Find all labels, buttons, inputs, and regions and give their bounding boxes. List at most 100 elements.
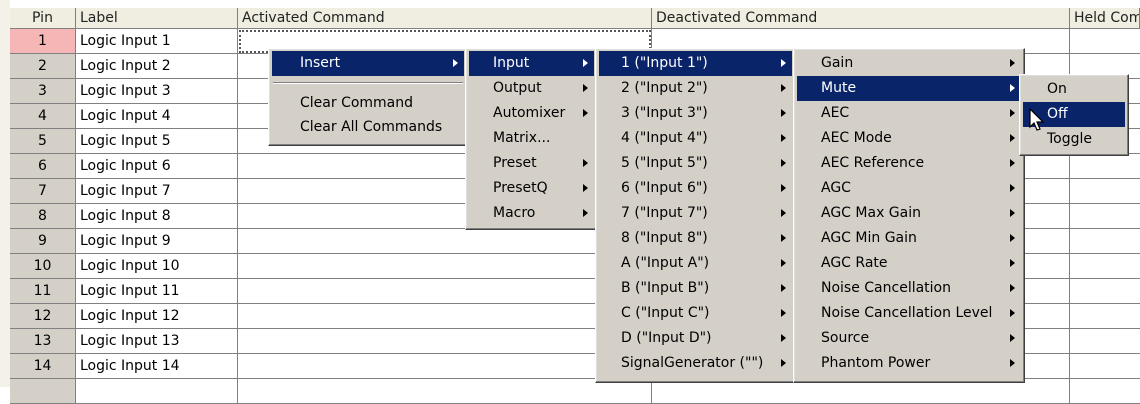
menu-item-input-2[interactable]: 2 ("Input 2") — [599, 76, 792, 101]
menu-item-input-8[interactable]: 8 ("Input 8") — [599, 226, 792, 251]
label-cell[interactable]: Logic Input 13 — [76, 329, 238, 354]
header-held-command[interactable]: Held Comm — [1070, 8, 1140, 29]
menu-item-clear-command[interactable]: Clear Command — [272, 91, 464, 116]
label-cell[interactable]: Logic Input 1 — [76, 29, 238, 54]
submenu-arrow-icon — [781, 334, 786, 342]
submenu-arrow-icon — [781, 59, 786, 67]
submenu-arrow-icon — [1010, 259, 1015, 267]
pin-cell[interactable]: 5 — [10, 129, 76, 154]
held-command-cell[interactable] — [1070, 204, 1140, 229]
menu-item-signal-generator[interactable]: SignalGenerator ("") — [599, 351, 792, 376]
pin-cell[interactable]: 8 — [10, 204, 76, 229]
header-deactivated-command[interactable]: Deactivated Command — [652, 8, 1070, 29]
menu-item-input-d[interactable]: D ("Input D") — [599, 326, 792, 351]
pin-cell[interactable]: 6 — [10, 154, 76, 179]
label-cell[interactable]: Logic Input 11 — [76, 279, 238, 304]
menu-item-agc-rate[interactable]: AGC Rate — [797, 251, 1021, 276]
menu-item-input-a[interactable]: A ("Input A") — [599, 251, 792, 276]
held-command-cell[interactable] — [1070, 279, 1140, 304]
pin-cell[interactable] — [10, 379, 76, 404]
menu-item-input-5[interactable]: 5 ("Input 5") — [599, 151, 792, 176]
menu-item-presetq[interactable]: PresetQ — [469, 176, 594, 201]
menu-item-source[interactable]: Source — [797, 326, 1021, 351]
menu-item-agc[interactable]: AGC — [797, 176, 1021, 201]
held-command-cell[interactable] — [1070, 354, 1140, 379]
label-cell[interactable]: Logic Input 12 — [76, 304, 238, 329]
menu-item-aec[interactable]: AEC — [797, 101, 1021, 126]
pin-cell[interactable]: 2 — [10, 54, 76, 79]
menu-item-input-7[interactable]: 7 ("Input 7") — [599, 201, 792, 226]
pin-cell[interactable]: 13 — [10, 329, 76, 354]
pin-cell[interactable]: 12 — [10, 304, 76, 329]
menu-item-automixer[interactable]: Automixer — [469, 101, 594, 126]
header-label[interactable]: Label — [76, 8, 238, 29]
pin-cell[interactable]: 9 — [10, 229, 76, 254]
menu-item-mute[interactable]: Mute — [797, 76, 1021, 101]
pin-cell[interactable]: 10 — [10, 254, 76, 279]
label-cell[interactable]: Logic Input 4 — [76, 104, 238, 129]
menu-item-input-b[interactable]: B ("Input B") — [599, 276, 792, 301]
label-cell[interactable]: Logic Input 2 — [76, 54, 238, 79]
menu-item-preset[interactable]: Preset — [469, 151, 594, 176]
header-pin[interactable]: Pin — [10, 8, 76, 29]
menu-item-input-6[interactable]: 6 ("Input 6") — [599, 176, 792, 201]
menu-item-input[interactable]: Input — [469, 51, 594, 76]
held-command-cell[interactable] — [1070, 179, 1140, 204]
held-command-cell[interactable] — [1070, 154, 1140, 179]
held-command-cell[interactable] — [1070, 254, 1140, 279]
activated-command-cell[interactable] — [238, 354, 652, 379]
activated-command-cell[interactable] — [238, 254, 652, 279]
menu-item-agc-max-gain[interactable]: AGC Max Gain — [797, 201, 1021, 226]
menu-item-clear-all-commands[interactable]: Clear All Commands — [272, 115, 464, 140]
activated-command-cell[interactable] — [238, 379, 652, 404]
menu-item-input-3[interactable]: 3 ("Input 3") — [599, 101, 792, 126]
pin-cell[interactable]: 14 — [10, 354, 76, 379]
submenu-arrow-icon — [583, 109, 588, 117]
submenu-arrow-icon — [1010, 84, 1015, 92]
label-cell[interactable]: Logic Input 8 — [76, 204, 238, 229]
menu-item-on[interactable]: On — [1023, 77, 1125, 102]
pin-cell[interactable]: 4 — [10, 104, 76, 129]
menu-item-aec-reference[interactable]: AEC Reference — [797, 151, 1021, 176]
activated-command-cell[interactable] — [238, 229, 652, 254]
held-command-cell[interactable] — [1070, 304, 1140, 329]
menu-item-aec-mode[interactable]: AEC Mode — [797, 126, 1021, 151]
label-cell[interactable]: Logic Input 14 — [76, 354, 238, 379]
submenu-arrow-icon — [1010, 134, 1015, 142]
pin-cell[interactable]: 3 — [10, 79, 76, 104]
activated-command-cell[interactable] — [238, 329, 652, 354]
label-cell[interactable]: Logic Input 6 — [76, 154, 238, 179]
menu-item-macro[interactable]: Macro — [469, 201, 594, 226]
held-command-cell[interactable] — [1070, 379, 1140, 404]
held-command-cell[interactable] — [1070, 329, 1140, 354]
activated-command-cell[interactable] — [238, 304, 652, 329]
label-cell[interactable]: Logic Input 9 — [76, 229, 238, 254]
submenu-arrow-icon — [781, 284, 786, 292]
header-activated-command[interactable]: Activated Command — [238, 8, 652, 29]
menu-item-input-4[interactable]: 4 ("Input 4") — [599, 126, 792, 151]
activated-command-cell[interactable] — [238, 279, 652, 304]
menu-item-phantom-power[interactable]: Phantom Power — [797, 351, 1021, 376]
menu-item-output[interactable]: Output — [469, 76, 594, 101]
label-cell[interactable]: Logic Input 7 — [76, 179, 238, 204]
context-menu: Insert Clear Command Clear All Commands — [268, 48, 468, 146]
menu-item-insert[interactable]: Insert — [272, 51, 464, 76]
menu-item-input-c[interactable]: C ("Input C") — [599, 301, 792, 326]
label-cell[interactable]: Logic Input 3 — [76, 79, 238, 104]
pin-cell[interactable]: 7 — [10, 179, 76, 204]
held-command-cell[interactable] — [1070, 29, 1140, 54]
menu-item-matrix[interactable]: Matrix... — [469, 126, 594, 151]
label-cell[interactable]: Logic Input 5 — [76, 129, 238, 154]
menu-item-input-1[interactable]: 1 ("Input 1") — [599, 51, 792, 76]
menu-item-noise-cancellation-level[interactable]: Noise Cancellation Level — [797, 301, 1021, 326]
menu-item-gain[interactable]: Gain — [797, 51, 1021, 76]
held-command-cell[interactable] — [1070, 229, 1140, 254]
label-cell[interactable]: Logic Input 10 — [76, 254, 238, 279]
menu-item-agc-min-gain[interactable]: AGC Min Gain — [797, 226, 1021, 251]
input-submenu: 1 ("Input 1") 2 ("Input 2") 3 ("Input 3"… — [595, 48, 796, 383]
pin-cell[interactable]: 11 — [10, 279, 76, 304]
pin-cell[interactable]: 1 — [10, 29, 76, 54]
menu-item-noise-cancellation[interactable]: Noise Cancellation — [797, 276, 1021, 301]
label-cell[interactable] — [76, 379, 238, 404]
submenu-arrow-icon — [1010, 359, 1015, 367]
